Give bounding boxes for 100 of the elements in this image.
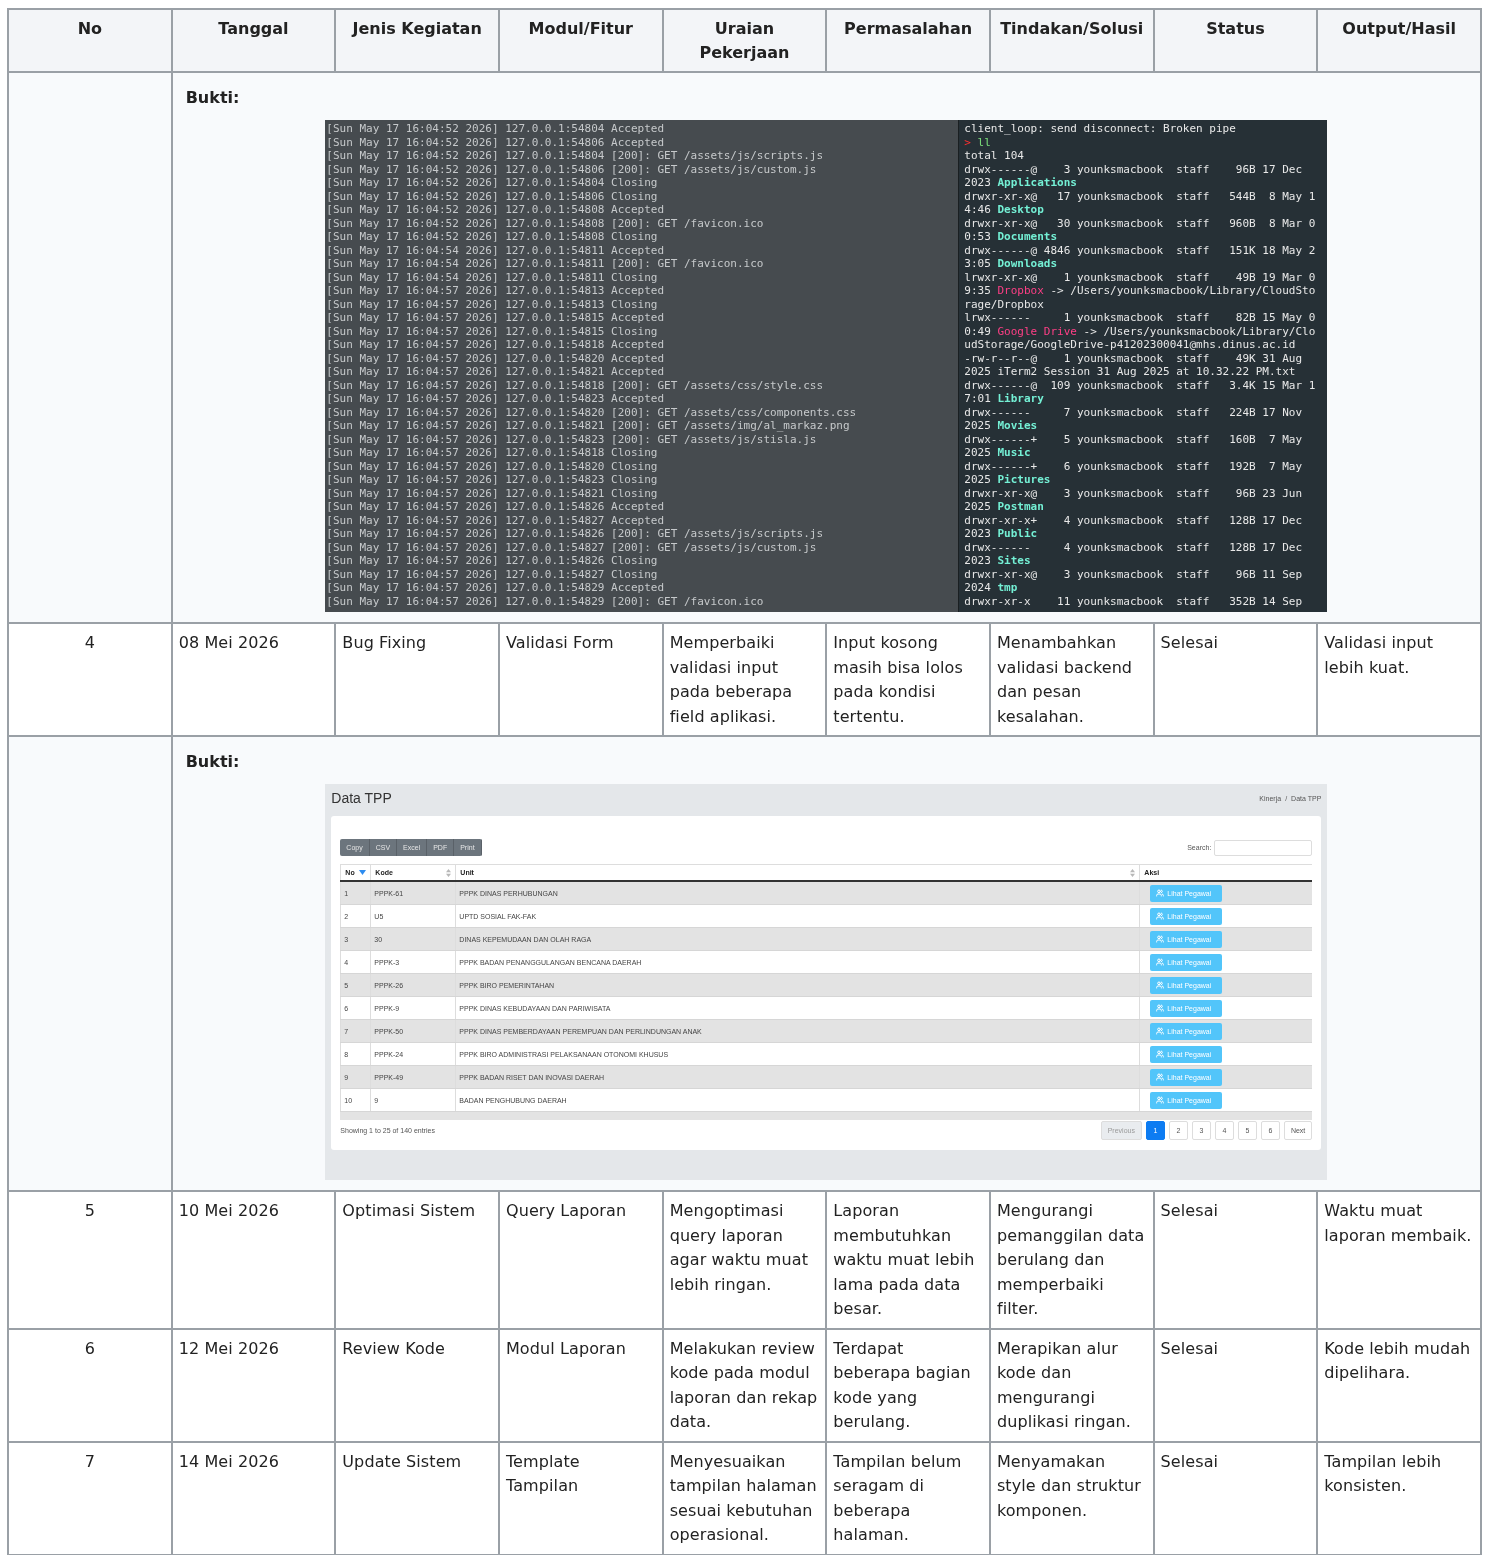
terminal-line: [Sun May 17 16:04:57 2026] 127.0.0.1:54820 Closing [326,459,658,473]
column-header: Modul/Fitur [498,9,663,72]
column-header: Tanggal [171,9,336,72]
terminal-line: [Sun May 17 16:04:52 2026] 127.0.0.1:54806 [200]: GET /assets/js/custom.js [326,162,817,176]
terminal-line: 0:53 Documents [964,230,1058,244]
terminal-line: > ll [964,135,991,149]
terminal-line: 2025 Music [964,446,1031,460]
terminal-line: [Sun May 17 16:04:57 2026] 127.0.0.1:54815 Accepted [326,311,665,325]
terminal-line: 2023 Applications [964,176,1077,190]
sort-icon [446,868,452,877]
terminal-line: drwxr-xr-x@ 17 younksmacbook staff 544B 8 May 1 [964,189,1316,203]
terminal-line: 2023 Public [964,527,1038,541]
terminal-line: -rw-r--r--@ 1 younksmacbook staff 49K 31 Aug [964,351,1303,365]
table-cell: Update Sistem [335,1441,499,1555]
terminal-line: 4:46 Desktop [964,203,1044,217]
column-header: No [8,9,172,72]
terminal-line: [Sun May 17 16:04:57 2026] 127.0.0.1:54818 [200]: GET /assets/css/style.css [326,378,824,392]
terminal-line: [Sun May 17 16:04:57 2026] 127.0.0.1:54821 Accepted [326,365,665,379]
table-cell: Selesai [1153,1328,1318,1442]
terminal-line: drwx------@ 109 younksmacbook staff 3.4K 15 Mar 1 [964,378,1316,392]
terminal-line: drwx------+ 5 younksmacbook staff 160B 7 May [964,432,1303,446]
column-header: Permasalahan [826,9,990,72]
sort-down-icon [359,869,367,876]
terminal-line: drwxr-xr-x+ 4 younksmacbook staff 128B 17 Dec [964,513,1303,527]
terminal-line: [Sun May 17 16:04:57 2026] 127.0.0.1:54818 Accepted [326,338,665,352]
table-cell: Laporan membutuhkan waktu muat lebih lama pada data besar. [826,1191,990,1329]
users-icon [1156,1050,1165,1058]
terminal-line: 2023 Sites [964,554,1031,568]
table-cell: 6 [8,1328,172,1442]
table-cell: Tampilan belum seragam di beberapa halaman. [826,1441,990,1555]
terminal-line: [Sun May 17 16:04:52 2026] 127.0.0.1:54806 Closing [326,189,658,203]
table-cell: Menyesuaikan tampilan halaman sesuai kebutuhan operasional. [662,1441,827,1555]
terminal-line: [Sun May 17 16:04:54 2026] 127.0.0.1:54811 [200]: GET /favicon.ico [326,257,764,271]
table-cell: Template Tampilan [498,1441,663,1555]
terminal-line: [Sun May 17 16:04:57 2026] 127.0.0.1:54815 Closing [326,324,658,338]
table-cell: Review Kode [335,1328,499,1442]
terminal-line: [Sun May 17 16:04:57 2026] 127.0.0.1:54813 Closing [326,297,658,311]
table-cell: 5 [8,1191,172,1329]
terminal-line: [Sun May 17 16:04:52 2026] 127.0.0.1:54808 Closing [326,230,658,244]
table-cell: 14 Mei 2026 [171,1441,336,1555]
table-cell: Melakukan review kode pada modul laporan dan rekap data. [662,1328,827,1442]
terminal-line: [Sun May 17 16:04:57 2026] 127.0.0.1:54829 Accepted [326,581,665,595]
terminal-line: [Sun May 17 16:04:57 2026] 127.0.0.1:54813 Accepted [326,284,665,298]
table-cell: Tampilan lebih konsisten. [1317,1441,1481,1555]
terminal-line: rage/Dropbox [964,297,1044,311]
table-cell: Mengoptimasi query laporan agar waktu muat lebih ringan. [662,1191,827,1329]
terminal-line: [Sun May 17 16:04:57 2026] 127.0.0.1:54820 [200]: GET /assets/css/components.css [326,405,857,419]
users-icon [1156,981,1165,989]
terminal-line: 2025 Pictures [964,473,1051,487]
evidence-label: Bukti: [185,87,240,109]
users-icon [1156,1073,1165,1081]
terminal-line: 2025 Movies [964,419,1038,433]
terminal-line: [Sun May 17 16:04:57 2026] 127.0.0.1:54820 Accepted [326,351,665,365]
terminal-line: [Sun May 17 16:04:52 2026] 127.0.0.1:54804 Closing [326,176,658,190]
terminal-line: [Sun May 17 16:04:52 2026] 127.0.0.1:54804 Accepted [326,122,665,136]
terminal-line: 3:05 Downloads [964,257,1058,271]
search-field[interactable] [1214,839,1313,856]
terminal-line: [Sun May 17 16:04:57 2026] 127.0.0.1:54826 Closing [326,554,658,568]
terminal-line: [Sun May 17 16:04:57 2026] 127.0.0.1:54826 [200]: GET /assets/js/scripts.js [326,527,824,541]
terminal-line: [Sun May 17 16:04:57 2026] 127.0.0.1:54821 Closing [326,486,658,500]
terminal-line: [Sun May 17 16:04:54 2026] 127.0.0.1:54811 Closing [326,270,658,284]
terminal-line: 2025 iTerm2 Session 31 Aug 2025 at 10.32.22 PM.txt [964,365,1296,379]
users-icon [1156,889,1165,897]
column-header: Output/Hasil [1317,9,1481,72]
table-cell: Selesai [1153,1441,1318,1555]
terminal-line: [Sun May 17 16:04:52 2026] 127.0.0.1:54808 [200]: GET /favicon.ico [326,216,764,230]
terminal-line: [Sun May 17 16:04:57 2026] 127.0.0.1:54823 [200]: GET /assets/js/stisla.js [326,432,817,446]
terminal-line: [Sun May 17 16:04:57 2026] 127.0.0.1:54823 Accepted [326,392,665,406]
table-cell: Merapikan alur kode dan mengurangi duplikasi ringan. [989,1328,1154,1442]
terminal-line: drwx------ 7 younksmacbook staff 224B 17 Nov [964,405,1303,419]
column-header: Jenis Kegiatan [335,9,499,72]
table-cell: Waktu muat laporan membaik. [1317,1191,1481,1329]
table-cell: Modul Laporan [498,1328,663,1442]
table-cell: Selesai [1153,1191,1318,1329]
terminal-line: [Sun May 17 16:04:52 2026] 127.0.0.1:54806 Accepted [326,135,665,149]
users-icon [1156,1096,1165,1104]
users-icon [1156,1004,1165,1012]
terminal-line: [Sun May 17 16:04:57 2026] 127.0.0.1:54829 [200]: GET /favicon.ico [326,594,764,608]
terminal-line: drwx------+ 6 younksmacbook staff 192B 7 May [964,459,1303,473]
users-icon [1156,912,1165,920]
table-cell: Mengurangi pemanggilan data berulang dan memperbaiki filter. [989,1191,1154,1329]
table-cell: 12 Mei 2026 [171,1328,336,1442]
column-header: Status [1153,9,1318,72]
terminal-line: client_loop: send disconnect: Broken pipe [964,122,1236,136]
terminal-line: drwx------@ 4846 younksmacbook staff 151K 18 May 2 [964,243,1316,257]
terminal-line: [Sun May 17 16:04:54 2026] 127.0.0.1:54811 Accepted [326,243,665,257]
table-cell: Terdapat beberapa bagian kode yang berulang. [826,1328,990,1442]
terminal-line: [Sun May 17 16:04:52 2026] 127.0.0.1:54808 Accepted [326,203,665,217]
column-header: Uraian Pekerjaan [662,9,827,72]
terminal-line: 7:01 Library [964,392,1044,406]
terminal-line: lrwx------ 1 younksmacbook staff 82B 15 May 0 [964,311,1316,325]
users-icon [1156,1027,1165,1035]
terminal-line: 9:35 Dropbox -> /Users/younksmacbook/Library/CloudSto [964,284,1316,298]
terminal-line: total 104 [964,149,1024,163]
terminal-line: [Sun May 17 16:04:57 2026] 127.0.0.1:54827 [200]: GET /assets/js/custom.js [326,540,817,554]
table-cell: 7 [8,1441,172,1555]
terminal-line: lrwxr-xr-x@ 1 younksmacbook staff 49B 19 Mar 0 [964,270,1316,284]
table-cell: Query Laporan [498,1191,663,1329]
terminal-line: 2025 Postman [964,500,1044,514]
terminal-line: udStorage/GoogleDrive-p41202300041@mhs.dinus.ac.id [964,338,1296,352]
